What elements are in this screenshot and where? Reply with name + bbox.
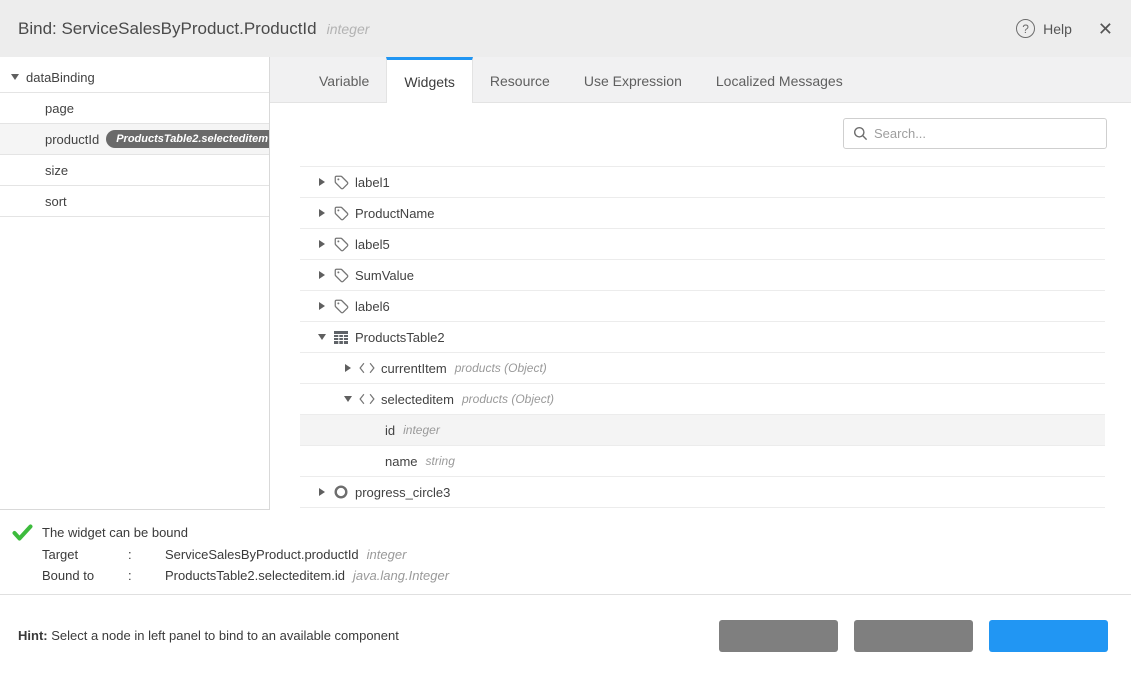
tag-icon: [333, 299, 349, 314]
sidebar-item-label: productId: [45, 132, 99, 147]
tree-row[interactable]: label1: [300, 167, 1105, 198]
caret-right-icon[interactable]: [341, 364, 354, 372]
sidebar-item-productid[interactable]: productId ProductsTable2.selecteditem: [0, 124, 269, 155]
tree-row[interactable]: currentItem products (Object): [300, 353, 1105, 384]
tree-node-label: name: [385, 454, 418, 469]
tab-label: Use Expression: [584, 73, 682, 89]
status-row-value: ProductsTable2.selecteditem.id: [165, 568, 345, 583]
sidebar-item-label: size: [45, 163, 68, 178]
status-row-value: ServiceSalesByProduct.productId: [165, 547, 359, 562]
tree-node-label: SumValue: [355, 268, 414, 283]
close-icon[interactable]: ✕: [1098, 20, 1113, 38]
caret-right-icon[interactable]: [315, 209, 328, 217]
caret-down-icon[interactable]: [8, 74, 21, 80]
tree-node-label: ProductName: [355, 206, 434, 221]
sidebar-item-label: page: [45, 101, 74, 116]
tree-row[interactable]: selecteditem products (Object): [300, 384, 1105, 415]
tag-icon: [333, 268, 349, 283]
bind-button[interactable]: [989, 620, 1108, 652]
tree-node-type: products (Object): [462, 392, 554, 406]
code-icon: [359, 393, 375, 405]
check-icon: [12, 524, 34, 541]
tree-node-label: label1: [355, 175, 390, 190]
tree-node-type: integer: [403, 423, 440, 437]
sidebar-item-page[interactable]: page: [0, 93, 269, 124]
caret-down-icon[interactable]: [341, 396, 354, 402]
caret-right-icon[interactable]: [315, 488, 328, 496]
tab-use-expression[interactable]: Use Expression: [567, 57, 699, 102]
circle-icon: [333, 485, 349, 499]
help-icon: ?: [1016, 19, 1035, 38]
widget-tree: label1 ProductName label5 SumValue label…: [300, 166, 1105, 508]
status-row: Target : ServiceSalesByProduct.productId…: [12, 547, 1131, 562]
tab-resource[interactable]: Resource: [473, 57, 567, 102]
status-message: The widget can be bound: [42, 525, 188, 540]
sidebar-item-size[interactable]: size: [0, 155, 269, 186]
tree-row[interactable]: id integer: [300, 415, 1105, 446]
tab-label: Widgets: [404, 74, 455, 90]
tree-row[interactable]: name string: [300, 446, 1105, 477]
tree-node-label: label6: [355, 299, 390, 314]
binding-status: The widget can be bound Target : Service…: [0, 510, 1131, 594]
dialog-title-type: integer: [327, 21, 370, 37]
binding-badge: ProductsTable2.selecteditem: [106, 130, 269, 148]
dialog-header: Bind: ServiceSalesByProduct.ProductId in…: [0, 0, 1131, 57]
dialog-footer: Hint: Select a node in left panel to bin…: [0, 594, 1131, 676]
sidebar-item-label: sort: [45, 194, 67, 209]
code-icon: [359, 362, 375, 374]
caret-right-icon[interactable]: [315, 302, 328, 310]
tree-node-type: products (Object): [455, 361, 547, 375]
tab-bar: Variable Widgets Resource Use Expression…: [270, 57, 1131, 103]
help-label: Help: [1043, 21, 1072, 37]
done-button[interactable]: [719, 620, 838, 652]
tab-label: Localized Messages: [716, 73, 843, 89]
tag-icon: [333, 206, 349, 221]
tree-node-type: string: [426, 454, 455, 468]
tree-node-label: selecteditem: [381, 392, 454, 407]
tree-node-label: progress_circle3: [355, 485, 450, 500]
tree-row[interactable]: label6: [300, 291, 1105, 322]
tree-node-label: ProductsTable2: [355, 330, 445, 345]
tab-variable[interactable]: Variable: [302, 57, 386, 102]
tree-node-label: id: [385, 423, 395, 438]
status-row-type: integer: [367, 547, 407, 562]
tree-row[interactable]: label5: [300, 229, 1105, 260]
table-icon: [333, 331, 349, 344]
search-box: [843, 118, 1107, 149]
unbind-button[interactable]: [854, 620, 973, 652]
dialog-title: Bind: ServiceSalesByProduct.ProductId: [18, 19, 317, 39]
status-row-type: java.lang.Integer: [353, 568, 449, 583]
caret-right-icon[interactable]: [315, 178, 328, 186]
tag-icon: [333, 175, 349, 190]
tab-label: Variable: [319, 73, 369, 89]
search-input[interactable]: [874, 126, 1106, 141]
hint-text: Hint: Select a node in left panel to bin…: [18, 628, 399, 643]
sidebar-root-label: dataBinding: [26, 70, 95, 85]
status-row-colon: :: [128, 568, 165, 583]
caret-right-icon[interactable]: [315, 240, 328, 248]
status-row-colon: :: [128, 547, 165, 562]
sidebar-item-sort[interactable]: sort: [0, 186, 269, 217]
status-row: Bound to : ProductsTable2.selecteditem.i…: [12, 568, 1131, 583]
tree-node-label: currentItem: [381, 361, 447, 376]
tree-row[interactable]: SumValue: [300, 260, 1105, 291]
status-row-label: Target: [42, 547, 128, 562]
caret-down-icon[interactable]: [315, 334, 328, 340]
caret-right-icon[interactable]: [315, 271, 328, 279]
help-button[interactable]: ? Help: [1016, 19, 1072, 38]
tab-localized-messages[interactable]: Localized Messages: [699, 57, 860, 102]
tab-label: Resource: [490, 73, 550, 89]
tree-row[interactable]: ProductName: [300, 198, 1105, 229]
binding-tree-panel: dataBinding page productId ProductsTable…: [0, 57, 270, 510]
search-icon: [853, 126, 868, 141]
sidebar-item-databinding[interactable]: dataBinding: [0, 62, 269, 93]
tree-row[interactable]: ProductsTable2: [300, 322, 1105, 353]
tag-icon: [333, 237, 349, 252]
tree-node-label: label5: [355, 237, 390, 252]
status-row-label: Bound to: [42, 568, 128, 583]
tab-widgets[interactable]: Widgets: [386, 57, 473, 103]
tree-row[interactable]: progress_circle3: [300, 477, 1105, 508]
